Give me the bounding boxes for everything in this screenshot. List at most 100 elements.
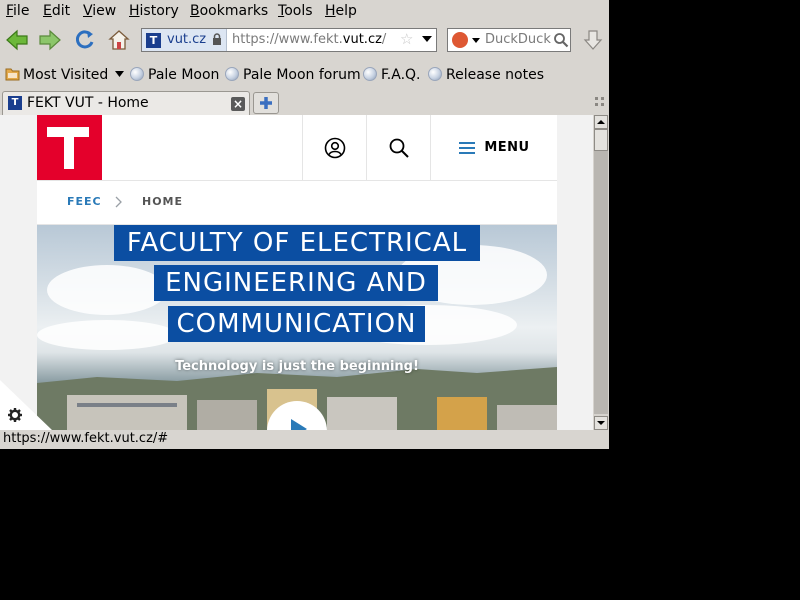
play-video-button[interactable] — [267, 401, 327, 430]
menu-edit-accesskey: E — [43, 3, 52, 19]
vut-logo[interactable] — [37, 115, 102, 180]
scrollbar-thumb[interactable] — [594, 129, 608, 151]
status-bar: https://www.fekt.vut.cz/# — [0, 430, 609, 449]
account-button[interactable] — [302, 115, 367, 180]
search-engine-dropdown-icon[interactable] — [472, 38, 480, 43]
menu-button[interactable]: MENU — [430, 115, 558, 180]
chevron-down-icon — [114, 71, 124, 77]
lock-icon — [213, 33, 221, 45]
browser-window: File Edit View History Bookmarks Tools H… — [0, 0, 609, 449]
search-input[interactable]: DuckDuck — [485, 32, 555, 47]
url-bar[interactable]: T vut.cz https://www.fekt.vut.cz/ ☆ — [141, 28, 437, 52]
bookmark-pale-moon[interactable]: Pale Moon — [130, 66, 219, 84]
bookmark-label: Release notes — [446, 67, 544, 83]
menu-tools[interactable]: Tools — [278, 2, 313, 20]
hero-title-line-1: FACULTY OF ELECTRICAL — [114, 225, 480, 261]
page-content: MENU FEEC HOME FACULTY OF ELECTRICAL ENG… — [0, 115, 593, 430]
hamburger-icon — [459, 141, 476, 154]
hero-banner: FACULTY OF ELECTRICAL ENGINEERING AND CO… — [37, 225, 557, 430]
menu-tools-label: ools — [284, 3, 313, 19]
downloads-button[interactable] — [580, 27, 606, 53]
site-header: MENU — [37, 115, 557, 181]
url-suffix: / — [381, 32, 387, 47]
menu-help[interactable]: Help — [325, 2, 357, 20]
menu-label: MENU — [484, 140, 530, 155]
url-domain: vut.cz — [342, 32, 382, 47]
navigation-toolbar: T vut.cz https://www.fekt.vut.cz/ ☆ Duck… — [0, 22, 609, 60]
menu-history[interactable]: History — [129, 2, 179, 20]
url-history-dropdown-icon[interactable] — [422, 36, 432, 42]
back-button[interactable] — [4, 27, 30, 53]
globe-icon — [428, 67, 442, 81]
home-button[interactable] — [106, 27, 132, 53]
site-identity-box[interactable]: T vut.cz — [142, 29, 227, 51]
tab-fekt-vut-home[interactable]: T FEKT VUT - Home × — [2, 91, 250, 115]
menu-file-label: ile — [13, 3, 30, 19]
user-icon — [324, 137, 346, 158]
bookmark-pale-moon-forum[interactable]: Pale Moon forum — [225, 66, 361, 84]
search-icon — [389, 138, 409, 158]
bookmark-label: Pale Moon forum — [243, 67, 361, 83]
forward-button[interactable] — [37, 27, 63, 53]
reload-button[interactable] — [72, 27, 98, 53]
scroll-down-button[interactable] — [594, 416, 608, 430]
site-favicon-icon: T — [146, 33, 161, 48]
close-tab-icon[interactable]: × — [231, 97, 245, 111]
menu-bookmarks-accesskey: B — [190, 3, 200, 19]
vertical-scrollbar[interactable] — [593, 115, 609, 430]
menu-history-accesskey: H — [129, 3, 140, 19]
hero-title-line-2: ENGINEERING AND — [154, 265, 438, 301]
menu-view-accesskey: V — [83, 3, 93, 19]
search-bar[interactable]: DuckDuck — [447, 28, 571, 52]
vut-t-logo-icon — [47, 127, 89, 169]
breadcrumb: FEEC HOME — [37, 181, 557, 225]
bookmark-release-notes[interactable]: Release notes — [428, 66, 544, 84]
cloud-shape — [37, 320, 177, 350]
site-search-button[interactable] — [366, 115, 431, 180]
scroll-up-button[interactable] — [594, 115, 608, 129]
gear-icon — [0, 380, 52, 430]
bookmark-label: Most Visited — [23, 67, 109, 83]
menu-file[interactable]: File — [6, 2, 29, 20]
folder-icon — [5, 68, 20, 81]
status-text: https://www.fekt.vut.cz/# — [3, 431, 169, 446]
settings-corner-button[interactable] — [0, 380, 52, 430]
bookmark-star-icon[interactable]: ☆ — [400, 30, 413, 48]
home-icon — [108, 30, 130, 50]
breadcrumb-feec[interactable]: FEEC — [67, 195, 102, 208]
scroll-up-arrow-icon — [597, 120, 605, 124]
menu-edit-label: dit — [51, 3, 71, 19]
hero-title-line-3: COMMUNICATION — [168, 306, 425, 342]
cloud-shape — [47, 265, 167, 315]
identity-label: vut.cz — [167, 32, 207, 47]
plus-icon — [260, 97, 272, 109]
menu-history-label: istory — [139, 3, 179, 19]
breadcrumb-home: HOME — [142, 195, 184, 208]
scroll-down-arrow-icon — [597, 421, 605, 425]
search-icon[interactable] — [553, 32, 569, 48]
menu-help-label: elp — [335, 3, 357, 19]
bookmark-label: Pale Moon — [148, 67, 220, 83]
new-tab-button[interactable] — [253, 92, 279, 114]
globe-icon — [130, 67, 144, 81]
scrollbar-track[interactable] — [594, 151, 608, 414]
menu-edit[interactable]: Edit — [43, 2, 70, 20]
back-arrow-icon — [6, 29, 28, 51]
search-engine-icon[interactable] — [452, 32, 468, 48]
tab-favicon-icon: T — [8, 96, 22, 110]
bookmark-most-visited[interactable]: Most Visited — [5, 66, 124, 84]
menu-bar: File Edit View History Bookmarks Tools H… — [0, 0, 609, 22]
bookmark-faq[interactable]: F.A.Q. — [363, 66, 421, 84]
menu-view[interactable]: View — [83, 2, 116, 20]
menu-file-accesskey: F — [6, 3, 14, 19]
tab-title: FEKT VUT - Home — [27, 95, 149, 111]
bookmarks-toolbar: Most Visited Pale Moon Pale Moon forum F… — [0, 60, 609, 89]
chevron-right-icon — [115, 196, 122, 208]
forward-arrow-icon — [39, 29, 61, 51]
hero-tagline: Technology is just the beginning! — [175, 359, 419, 374]
menu-bookmarks-label: ookmarks — [199, 3, 269, 19]
tab-list-icon[interactable] — [594, 96, 606, 108]
menu-bookmarks[interactable]: Bookmarks — [190, 2, 268, 20]
url-text[interactable]: https://www.fekt.vut.cz/ — [232, 32, 386, 47]
globe-icon — [363, 67, 377, 81]
